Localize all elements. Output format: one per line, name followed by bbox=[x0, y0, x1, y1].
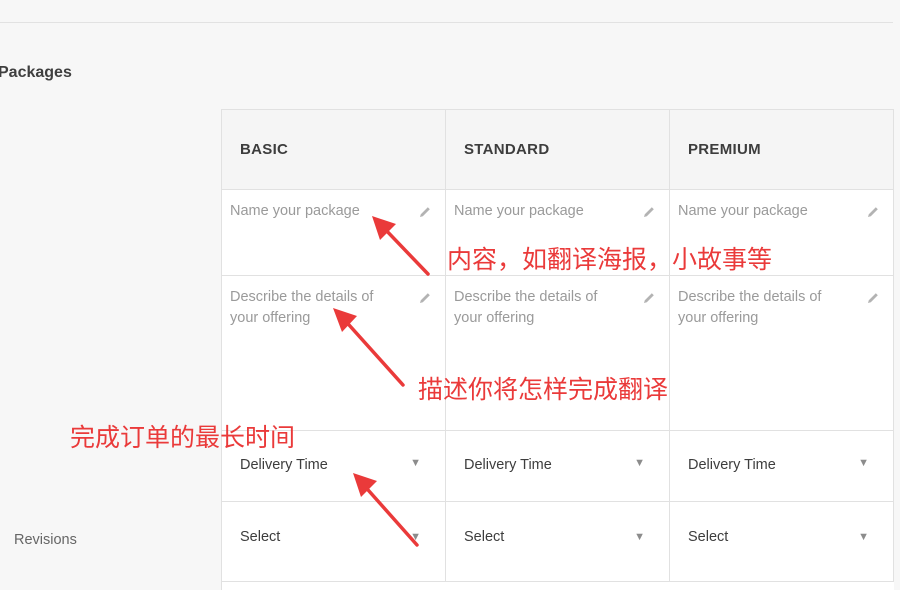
package-name-field-basic[interactable]: Name your package bbox=[222, 190, 446, 276]
caret-down-icon: ▼ bbox=[858, 531, 869, 543]
package-name-placeholder: Name your package bbox=[678, 203, 808, 219]
revisions-value: Select bbox=[240, 529, 281, 545]
pencil-icon[interactable] bbox=[641, 290, 657, 306]
package-description-placeholder: Describe the details of your offering bbox=[230, 289, 374, 326]
delivery-time-value: Delivery Time bbox=[464, 457, 552, 473]
revisions-value: Select bbox=[464, 529, 505, 545]
revisions-dropdown-standard[interactable]: Select ▼ bbox=[446, 502, 670, 582]
tier-header-standard: STANDARD bbox=[446, 110, 670, 190]
pencil-icon[interactable] bbox=[417, 290, 433, 306]
caret-down-icon: ▼ bbox=[410, 457, 421, 469]
package-description-field-basic[interactable]: Describe the details of your offering bbox=[222, 276, 446, 431]
package-description-field-standard[interactable]: Describe the details of your offering bbox=[446, 276, 670, 431]
tier-label-basic: BASIC bbox=[240, 141, 289, 158]
caret-down-icon: ▼ bbox=[634, 457, 645, 469]
delivery-time-value: Delivery Time bbox=[688, 457, 776, 473]
delivery-time-dropdown-premium[interactable]: Delivery Time ▼ bbox=[670, 431, 894, 502]
revisions-row-label: Revisions bbox=[14, 532, 77, 548]
pencil-icon[interactable] bbox=[641, 204, 657, 220]
tier-label-standard: STANDARD bbox=[464, 141, 550, 158]
revisions-value: Select bbox=[688, 529, 729, 545]
revisions-dropdown-basic[interactable]: Select ▼ bbox=[222, 502, 446, 582]
delivery-annotation: 完成订单的最长时间 bbox=[70, 423, 296, 452]
pencil-icon[interactable] bbox=[865, 290, 881, 306]
caret-down-icon: ▼ bbox=[858, 457, 869, 469]
section-title: Packages bbox=[0, 64, 72, 81]
revisions-dropdown-premium[interactable]: Select ▼ bbox=[670, 502, 894, 582]
pencil-icon[interactable] bbox=[417, 204, 433, 220]
tier-header-basic: BASIC bbox=[222, 110, 446, 190]
package-name-placeholder: Name your package bbox=[230, 203, 360, 219]
caret-down-icon: ▼ bbox=[634, 531, 645, 543]
package-description-field-premium[interactable]: Describe the details of your offering bbox=[670, 276, 894, 431]
tier-label-premium: PREMIUM bbox=[688, 141, 761, 158]
package-name-placeholder: Name your package bbox=[454, 203, 584, 219]
pencil-icon[interactable] bbox=[865, 204, 881, 220]
package-description-placeholder: Describe the details of your offering bbox=[454, 289, 598, 326]
name-annotation: 内容，如翻译海报，小故事等 bbox=[447, 245, 773, 274]
description-annotation: 描述你将怎样完成翻译 bbox=[418, 375, 669, 404]
package-description-placeholder: Describe the details of your offering bbox=[678, 289, 822, 326]
tier-header-premium: PREMIUM bbox=[670, 110, 894, 190]
delivery-time-value: Delivery Time bbox=[240, 457, 328, 473]
caret-down-icon: ▼ bbox=[410, 531, 421, 543]
packages-grid: BASIC STANDARD PREMIUM Name your package… bbox=[221, 109, 894, 590]
top-divider bbox=[0, 0, 893, 23]
delivery-time-dropdown-standard[interactable]: Delivery Time ▼ bbox=[446, 431, 670, 502]
